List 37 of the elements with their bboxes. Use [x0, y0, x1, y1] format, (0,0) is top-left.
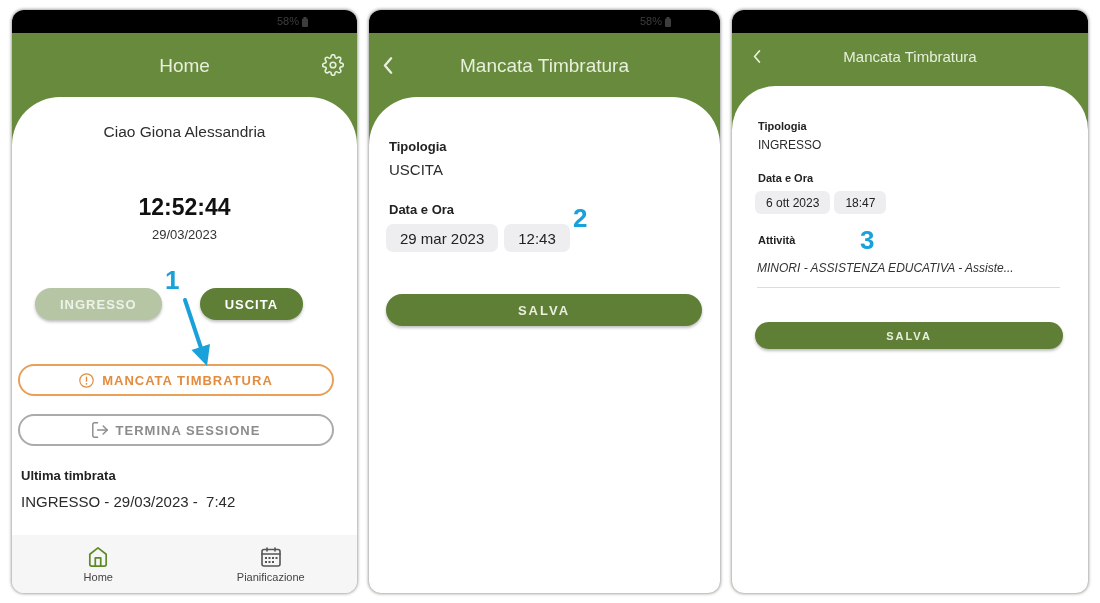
date-field[interactable]: 6 ott 2023	[755, 191, 831, 214]
field-value: INGRESSO	[758, 138, 822, 152]
logout-icon	[91, 422, 108, 438]
save-button[interactable]: SALVA	[755, 322, 1063, 349]
field-label: Tipologia	[389, 139, 447, 155]
field-label: Data e Ora	[389, 202, 455, 218]
screen-title: Mancata Timbratura	[460, 53, 629, 77]
battery-icon	[302, 16, 308, 27]
nav-item[interactable]: Pianificazione	[184, 535, 357, 593]
section-label: Ultima timbrata	[21, 468, 116, 484]
step-number: 1	[165, 266, 180, 294]
field-value: USCITA	[389, 161, 443, 179]
battery-icon	[665, 16, 671, 27]
step-number: 2	[573, 204, 588, 232]
time-field[interactable]: 18:47	[834, 191, 887, 214]
clock-date: 29/03/2023	[151, 227, 218, 243]
greeting-text: Ciao Giona Alessandria	[103, 123, 266, 141]
punch-button[interactable]: USCITA	[199, 288, 304, 320]
back-icon[interactable]	[383, 56, 393, 74]
field-label: Data e Ora	[758, 172, 814, 185]
date-field[interactable]: 29 mar 2023	[386, 224, 499, 252]
screen-title: Mancata Timbratura	[843, 47, 977, 66]
alert-icon	[79, 372, 95, 388]
nav-item[interactable]: Home	[12, 535, 185, 593]
settings-icon[interactable]	[322, 54, 344, 76]
time-field[interactable]: 12:43	[504, 224, 570, 252]
battery-percent: 58%	[276, 15, 299, 28]
clock-time: 12:52:44	[138, 194, 231, 220]
field-label: Attività	[758, 234, 796, 247]
last-punch-text: INGRESSO - 29/03/2023 - 7:42	[21, 493, 236, 511]
step-number: 3	[860, 226, 875, 254]
select-field[interactable]: MINORI - ASSISTENZA EDUCATIVA - Assiste...	[757, 261, 1060, 288]
screen-title: Home	[159, 53, 210, 77]
field-label: Tipologia	[758, 120, 807, 133]
save-button[interactable]: SALVA	[386, 294, 702, 326]
battery-percent: 58%	[639, 15, 662, 28]
back-icon[interactable]	[753, 50, 761, 63]
